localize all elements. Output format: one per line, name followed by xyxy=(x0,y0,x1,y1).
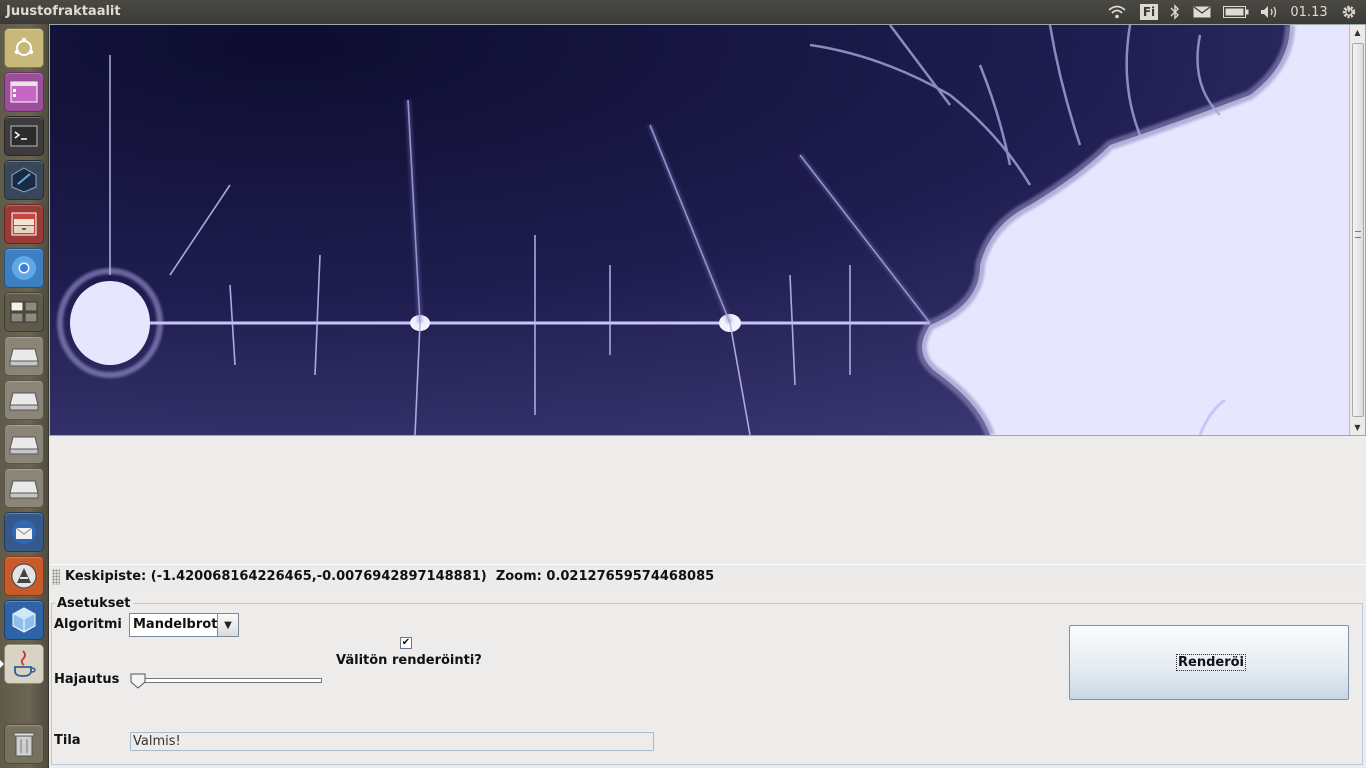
zoom-label: Zoom: xyxy=(495,569,542,584)
trash-icon[interactable] xyxy=(4,724,44,764)
status-bar: Keskipiste: (-1.420068164226465,-0.00769… xyxy=(50,564,1366,589)
center-value: (-1.420068164226465,-0.0076942897148881) xyxy=(150,569,487,584)
spread-label: Hajautus xyxy=(54,672,120,687)
drive-icon[interactable] xyxy=(4,380,44,420)
files-icon[interactable] xyxy=(4,72,44,112)
scroll-up-icon[interactable]: ▲ xyxy=(1350,25,1365,40)
state-label: Tila xyxy=(54,733,81,748)
launcher xyxy=(0,24,49,768)
center-label: Keskipiste: xyxy=(65,569,147,584)
thunderbird-icon[interactable] xyxy=(4,512,44,552)
java-app-icon[interactable] xyxy=(4,644,44,684)
software-updater-icon[interactable] xyxy=(4,556,44,596)
wifi-icon[interactable] xyxy=(1106,3,1128,21)
power-gear-icon[interactable] xyxy=(1338,3,1360,21)
mail-icon[interactable] xyxy=(1191,3,1213,21)
render-button-label: Renderöi xyxy=(1176,654,1247,671)
spread-slider-track[interactable] xyxy=(135,678,322,683)
instant-render-label: Välitön renderöinti? xyxy=(336,653,482,668)
fractal-scroll-pane[interactable]: ▲ ▼ xyxy=(49,24,1366,436)
chevron-down-icon[interactable]: ▼ xyxy=(217,614,238,636)
battery-icon[interactable] xyxy=(1222,3,1250,21)
render-button[interactable]: Renderöi xyxy=(1069,625,1349,700)
algorithm-label: Algoritmi xyxy=(54,617,122,632)
drive-icon[interactable] xyxy=(4,424,44,464)
scroll-down-icon[interactable]: ▼ xyxy=(1350,420,1365,435)
spread-slider-thumb[interactable] xyxy=(130,673,146,689)
drive-icon[interactable] xyxy=(4,468,44,508)
split-grip-icon[interactable] xyxy=(52,569,60,585)
scroll-thumb-grip-icon xyxy=(1355,231,1361,238)
drive-icon[interactable] xyxy=(4,336,44,376)
terminal-icon[interactable] xyxy=(4,116,44,156)
keyboard-layout-label: Fi xyxy=(1139,4,1159,20)
vertical-scrollbar[interactable]: ▲ ▼ xyxy=(1349,25,1365,435)
top-panel: Juustofraktaalit Fi 01.13 xyxy=(0,0,1366,24)
chromium-icon[interactable] xyxy=(4,248,44,288)
app-title: Juustofraktaalit xyxy=(6,4,121,19)
ide-icon[interactable] xyxy=(4,160,44,200)
zoom-value: 0.02127659574468085 xyxy=(546,569,715,584)
settings-title: Asetukset xyxy=(55,596,133,611)
algorithm-selected-value: Mandelbrot xyxy=(133,617,218,632)
dash-home-icon[interactable] xyxy=(4,28,44,68)
bluetooth-icon[interactable] xyxy=(1167,3,1183,21)
instant-render-checkbox[interactable]: ✔ xyxy=(400,637,412,649)
archive-manager-icon[interactable] xyxy=(4,204,44,244)
volume-icon[interactable] xyxy=(1258,3,1282,21)
scroll-thumb[interactable] xyxy=(1352,43,1364,417)
keyboard-layout-indicator[interactable]: Fi xyxy=(1138,3,1160,21)
state-field: Valmis! xyxy=(130,732,654,751)
fractal-canvas[interactable] xyxy=(50,25,1350,435)
running-indicator xyxy=(0,660,4,668)
algorithm-select[interactable]: Mandelbrot ▼ xyxy=(129,613,239,637)
workspace-switcher-icon[interactable] xyxy=(4,292,44,332)
clock[interactable]: 01.13 xyxy=(1289,3,1329,21)
virtualbox-icon[interactable] xyxy=(4,600,44,640)
center-zoom-readout: Keskipiste: (-1.420068164226465,-0.00769… xyxy=(65,569,714,584)
